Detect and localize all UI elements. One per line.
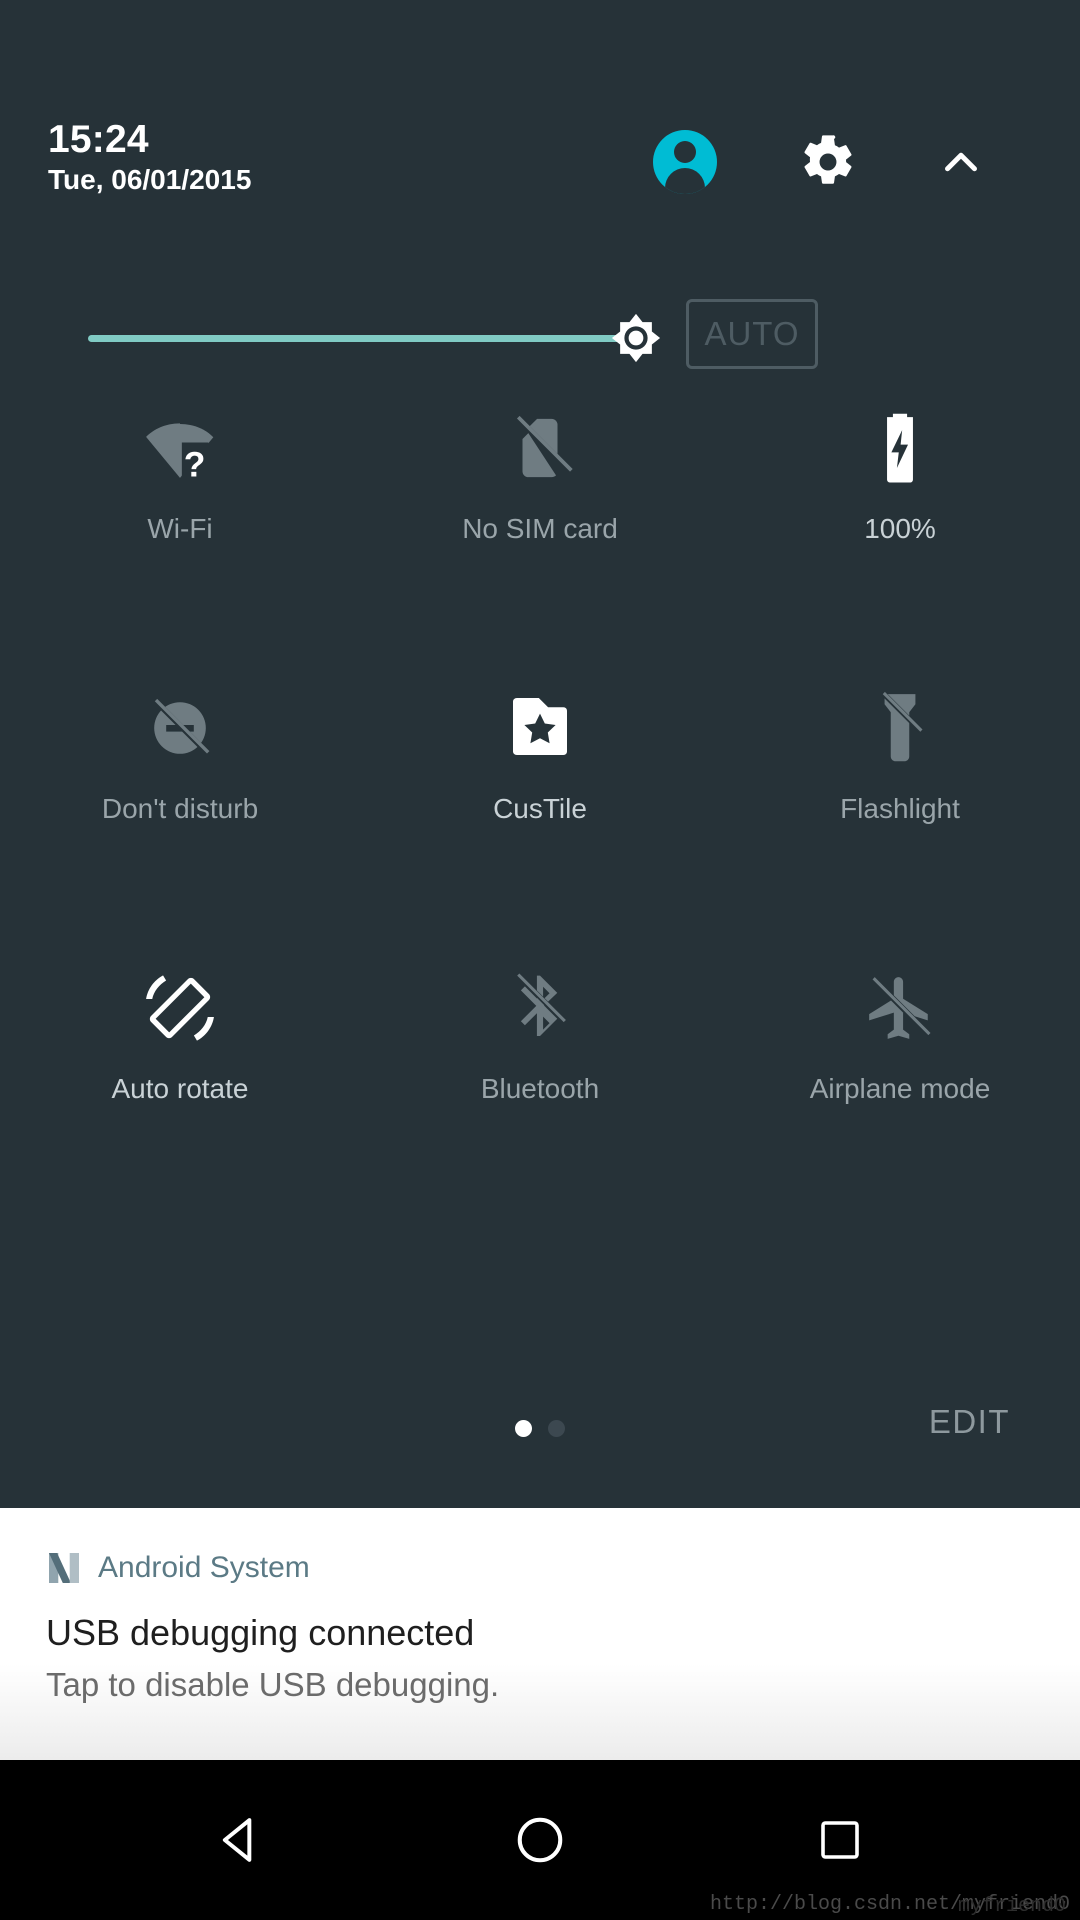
tile-label: Wi-Fi xyxy=(147,513,213,544)
wifi-question-icon: ? xyxy=(137,405,223,491)
page-dot-2[interactable] xyxy=(548,1420,565,1437)
brightness-sun-icon xyxy=(611,313,661,363)
tile-sim[interactable]: No SIM card xyxy=(360,385,720,665)
auto-brightness-label: AUTO xyxy=(704,315,800,352)
recents-square-icon xyxy=(821,1821,859,1859)
tile-auto-rotate[interactable]: Auto rotate xyxy=(0,945,360,1225)
tile-row: ? Wi-Fi No SIM card 100% xyxy=(0,385,1080,665)
bluetooth-disabled-icon xyxy=(497,965,583,1051)
screen-rotation-icon xyxy=(137,965,223,1051)
collapse-panel-button[interactable] xyxy=(927,128,995,196)
airplane-off-icon xyxy=(857,965,943,1051)
chevron-up-icon xyxy=(945,152,977,172)
quick-settings-header: 15:24 Tue, 06/01/2015 xyxy=(0,118,1080,218)
user-avatar-icon xyxy=(653,130,717,194)
tile-row: Auto rotate Bluetooth Airplane mode xyxy=(0,945,1080,1225)
brightness-row: AUTO xyxy=(0,290,1080,390)
android-quick-settings-screen: 15:24 Tue, 06/01/2015 AUTO ? Wi-Fi No SI… xyxy=(0,0,1080,1920)
do-not-disturb-off-icon xyxy=(137,685,223,771)
tile-label: Bluetooth xyxy=(480,1073,600,1104)
notification-title: USB debugging connected xyxy=(46,1612,475,1653)
tile-battery[interactable]: 100% xyxy=(720,385,1080,665)
tile-label: Flashlight xyxy=(840,793,960,824)
quick-settings-footer: EDIT xyxy=(0,1395,1080,1485)
svg-text:?: ? xyxy=(184,444,206,484)
tile-flashlight[interactable]: Flashlight xyxy=(720,665,1080,945)
battery-charging-icon xyxy=(857,405,943,491)
brightness-slider-thumb[interactable] xyxy=(602,304,670,372)
notification-shade: Android System USB debugging connected T… xyxy=(0,1508,1080,1760)
avatar-head-shape xyxy=(674,141,696,163)
folder-star-icon xyxy=(497,685,583,771)
tile-label: 100% xyxy=(864,513,936,544)
watermark-overlay: myfriend0 xyxy=(957,1895,1066,1918)
tile-label: Airplane mode xyxy=(809,1073,991,1104)
tile-do-not-disturb[interactable]: Don't disturb xyxy=(0,665,360,945)
page-indicator[interactable] xyxy=(515,1420,565,1437)
tile-wifi[interactable]: ? Wi-Fi xyxy=(0,385,360,665)
flashlight-off-icon xyxy=(857,685,943,771)
back-triangle-icon xyxy=(222,1818,252,1862)
tile-label: CusTile xyxy=(493,793,587,824)
quick-settings-panel: 15:24 Tue, 06/01/2015 AUTO ? Wi-Fi No SI… xyxy=(0,0,1080,1508)
clock-block[interactable]: 15:24 Tue, 06/01/2015 xyxy=(48,118,251,197)
tile-label: No SIM card xyxy=(462,513,618,544)
quick-settings-tiles: ? Wi-Fi No SIM card 100% Don't disturb C… xyxy=(0,385,1080,1225)
settings-button[interactable] xyxy=(794,128,862,196)
android-n-logo-icon xyxy=(49,1553,79,1583)
sim-card-off-icon xyxy=(497,405,583,491)
notification-body: Tap to disable USB debugging. xyxy=(46,1666,500,1703)
clock-time: 15:24 xyxy=(48,118,149,161)
clock-date: Tue, 06/01/2015 xyxy=(48,164,252,195)
tile-label: Don't disturb xyxy=(101,793,259,824)
tile-label: Auto rotate xyxy=(111,1073,249,1104)
avatar-body-shape xyxy=(665,168,705,194)
tile-row: Don't disturb CusTile Flashlight xyxy=(0,665,1080,945)
user-avatar-button[interactable] xyxy=(651,128,719,196)
brightness-slider-track[interactable] xyxy=(88,335,636,342)
home-button[interactable] xyxy=(450,1760,630,1920)
tile-airplane-mode[interactable]: Airplane mode xyxy=(720,945,1080,1225)
home-circle-icon xyxy=(517,1817,563,1863)
page-dot-1[interactable] xyxy=(515,1420,532,1437)
system-navigation-bar: http://blog.csdn.net/myfriend0 myfriend0 xyxy=(0,1760,1080,1920)
back-button[interactable] xyxy=(150,1760,330,1920)
edit-tiles-button[interactable]: EDIT xyxy=(929,1403,1010,1441)
notification-header: Android System xyxy=(46,1546,1034,1590)
gear-icon xyxy=(804,135,852,184)
tile-bluetooth[interactable]: Bluetooth xyxy=(360,945,720,1225)
auto-brightness-button[interactable]: AUTO xyxy=(686,299,818,369)
notification-usb-debugging[interactable]: Android System USB debugging connected T… xyxy=(0,1508,1080,1760)
tile-custile[interactable]: CusTile xyxy=(360,665,720,945)
notification-app-name: Android System xyxy=(98,1551,310,1584)
